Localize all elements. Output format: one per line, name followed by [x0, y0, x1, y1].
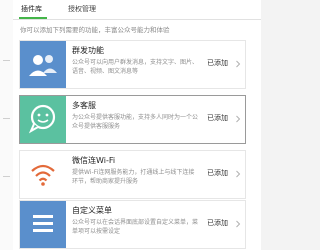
plugin-summary: 公众号可以向用户群发消息，支持文字、图片、语音、视频、图文消息等 — [72, 59, 199, 75]
plugin-status: 已添加 — [207, 169, 228, 177]
plugin-card-custom-menu[interactable]: 自定义菜单 公众号可以在会话界面底部设置自定义菜单，菜单项可以按需设定 已添加 — [19, 200, 246, 249]
tab-authorization-management[interactable]: 授权管理 — [68, 4, 96, 14]
tab-plugin-library[interactable]: 插件库 — [21, 4, 42, 14]
plugin-title: 自定义菜单 — [72, 206, 112, 215]
plugin-title: 多客服 — [72, 101, 96, 110]
plugin-summary: 提供Wi-Fi连网服务能力，打通线上与线下连接环节，帮助商家提升服务 — [72, 169, 195, 185]
sidebar-divider — [3, 176, 10, 177]
chevron-right-icon — [236, 60, 241, 68]
plugin-panel: 插件库 授权管理 你可以添加下列需要的功能，丰富公众号能力和体验 群发功能 公众… — [13, 0, 261, 250]
left-sidebar-edge — [0, 0, 14, 250]
sidebar-divider — [3, 118, 10, 119]
plugin-summary: 公众号可以在会话界面底部设置自定义菜单，菜单项可以按需设定 — [72, 219, 199, 235]
page-description: 你可以添加下列需要的功能，丰富公众号能力和体验 — [20, 26, 170, 34]
plugin-title: 群发功能 — [72, 46, 104, 55]
tab-bar: 插件库 授权管理 — [13, 0, 261, 20]
plugin-title: 微信连Wi-Fi — [72, 156, 116, 165]
plugin-card-customer-service[interactable]: 多客服 为公众号提供客服功能，支持多人同时为一个公众号提供客服服务 已添加 — [19, 95, 246, 144]
sidebar-divider — [3, 60, 10, 61]
menu-list-icon — [20, 201, 66, 248]
plugin-card-broadcast[interactable]: 群发功能 公众号可以向用户群发消息，支持文字、图片、语音、视频、图文消息等 已添… — [19, 40, 246, 89]
chevron-right-icon — [236, 115, 241, 123]
plugin-status: 已添加 — [207, 59, 228, 67]
users-icon — [20, 41, 66, 88]
active-tab-indicator — [19, 17, 47, 19]
wifi-icon — [20, 151, 66, 198]
plugin-status: 已添加 — [207, 219, 228, 227]
plugin-status: 已添加 — [207, 114, 228, 122]
plugin-summary: 为公众号提供客服功能，支持多人同时为一个公众号提供客服服务 — [72, 114, 199, 130]
chevron-right-icon — [236, 220, 241, 228]
plugin-card-wifi[interactable]: 微信连Wi-Fi 提供Wi-Fi连网服务能力，打通线上与线下连接环节，帮助商家提… — [19, 150, 246, 199]
chat-bubble-smile-icon — [20, 96, 66, 143]
chevron-right-icon — [236, 170, 241, 178]
